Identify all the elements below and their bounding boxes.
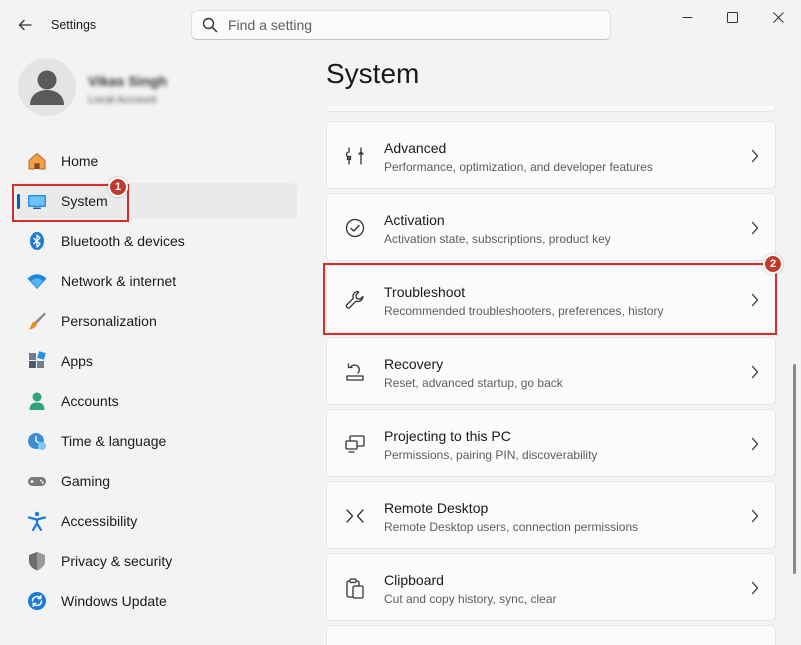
brush-icon	[26, 310, 48, 332]
accessibility-icon	[26, 510, 48, 532]
sidebar-item-label: Apps	[61, 353, 93, 369]
sidebar-item-home[interactable]: Home	[16, 143, 297, 179]
sidebar-item-label: Accounts	[61, 393, 119, 409]
home-icon	[26, 150, 48, 172]
chevron-right-icon	[751, 365, 759, 379]
chevron-right-icon	[751, 581, 759, 595]
check-circle-icon	[343, 216, 367, 240]
highlight-box-troubleshoot	[323, 263, 777, 335]
sidebar-item-label: Home	[61, 153, 99, 169]
sidebar-item-label: Accessibility	[61, 513, 138, 529]
card-title: Recovery	[384, 356, 444, 372]
sidebar-item-time-language[interactable]: Time & language	[16, 423, 297, 459]
card-remote-desktop[interactable]: Remote Desktop Remote Desktop users, con…	[326, 481, 776, 549]
user-avatar-icon	[30, 70, 64, 105]
card-partial	[326, 106, 776, 112]
projecting-icon	[343, 432, 367, 456]
sidebar-item-label: Gaming	[61, 473, 111, 489]
clipboard-icon	[343, 576, 367, 600]
sidebar-item-apps[interactable]: Apps	[16, 343, 297, 379]
update-icon	[26, 590, 48, 612]
step-badge-1: 1	[108, 177, 128, 197]
card-subtitle: Reset, advanced startup, go back	[384, 376, 563, 390]
recovery-icon	[343, 360, 367, 384]
sidebar-item-accessibility[interactable]: Accessibility	[16, 503, 297, 539]
card-recovery[interactable]: Recovery Reset, advanced startup, go bac…	[326, 337, 776, 405]
title-bar: Settings	[0, 0, 801, 50]
tools-icon	[343, 144, 367, 168]
card-title: Activation	[384, 212, 445, 228]
sidebar-item-bluetooth[interactable]: Bluetooth & devices	[16, 223, 297, 259]
sidebar-item-label: Privacy & security	[61, 553, 173, 569]
window-title: Settings	[51, 18, 97, 32]
card-title: Projecting to this PC	[384, 428, 511, 444]
step-badge-2: 2	[763, 254, 783, 274]
sidebar-item-personalization[interactable]: Personalization	[16, 303, 297, 339]
chevron-right-icon	[751, 437, 759, 451]
time-language-icon	[26, 430, 48, 452]
sidebar-item-label: Windows Update	[61, 593, 167, 609]
card-advanced[interactable]: Advanced Performance, optimization, and …	[326, 121, 776, 189]
card-subtitle: Activation state, subscriptions, product…	[384, 232, 611, 246]
card-partial-next	[326, 625, 776, 645]
minimize-icon	[682, 16, 692, 18]
sidebar-item-gaming[interactable]: Gaming	[16, 463, 297, 499]
gaming-icon	[26, 470, 48, 492]
sidebar-item-network[interactable]: Network & internet	[16, 263, 297, 299]
back-button[interactable]	[12, 12, 38, 38]
sidebar-item-windows-update[interactable]: Windows Update	[16, 583, 297, 619]
sidebar-item-label: Personalization	[61, 313, 157, 329]
card-title: Remote Desktop	[384, 500, 489, 516]
card-title: Clipboard	[384, 572, 444, 588]
search-icon	[202, 17, 218, 33]
page-title: System	[326, 58, 420, 89]
card-projecting[interactable]: Projecting to this PC Permissions, pairi…	[326, 409, 776, 477]
bluetooth-icon	[26, 230, 48, 252]
maximize-button[interactable]	[709, 6, 755, 28]
shield-icon	[26, 550, 48, 572]
minimize-button[interactable]	[664, 6, 710, 28]
user-name: Vikas Singh	[88, 73, 168, 89]
sidebar-item-label: Network & internet	[61, 273, 177, 289]
account-type: Local Account	[88, 94, 157, 106]
card-subtitle: Permissions, pairing PIN, discoverabilit…	[384, 448, 598, 462]
scrollbar[interactable]	[793, 364, 796, 574]
search-box[interactable]	[191, 10, 611, 40]
close-icon	[772, 11, 784, 23]
card-clipboard[interactable]: Clipboard Cut and copy history, sync, cl…	[326, 553, 776, 621]
sidebar-item-privacy-security[interactable]: Privacy & security	[16, 543, 297, 579]
chevron-right-icon	[751, 509, 759, 523]
close-button[interactable]	[755, 6, 801, 28]
maximize-icon	[726, 11, 738, 23]
card-subtitle: Performance, optimization, and developer…	[384, 160, 653, 174]
sidebar-item-accounts[interactable]: Accounts	[16, 383, 297, 419]
accounts-icon	[26, 390, 48, 412]
back-arrow-icon	[18, 19, 32, 31]
card-title: Advanced	[384, 140, 447, 156]
remote-desktop-icon	[343, 504, 367, 528]
chevron-right-icon	[751, 149, 759, 163]
apps-icon	[26, 350, 48, 372]
card-activation[interactable]: Activation Activation state, subscriptio…	[326, 193, 776, 261]
card-subtitle: Cut and copy history, sync, clear	[384, 592, 557, 606]
search-input[interactable]	[228, 15, 588, 35]
chevron-right-icon	[751, 221, 759, 235]
sidebar-item-label: Time & language	[61, 433, 167, 449]
sidebar-item-label: Bluetooth & devices	[61, 233, 185, 249]
card-subtitle: Remote Desktop users, connection permiss…	[384, 520, 639, 534]
avatar	[18, 58, 76, 116]
wifi-icon	[26, 270, 48, 292]
